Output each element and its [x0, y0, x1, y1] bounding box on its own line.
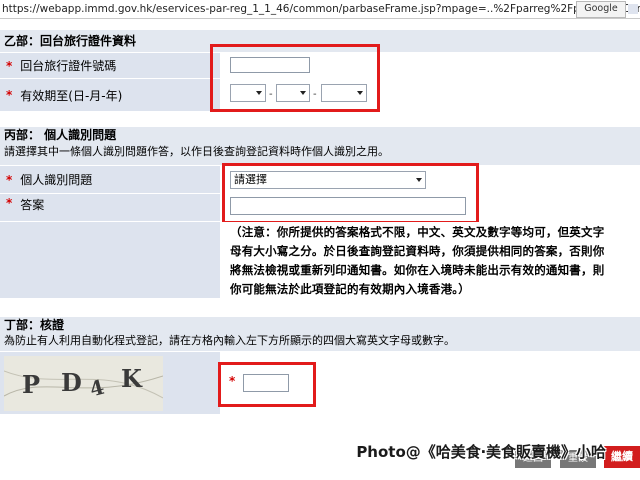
highlight-box-travel-doc: [210, 44, 380, 112]
section-gap: [0, 299, 640, 317]
section-d-subtitle: 為防止有人利用自動化程式登記，請在方格內輸入左下方所顯示的四個大寫英文字母或數字…: [0, 334, 640, 351]
top-gap: [0, 19, 640, 30]
required-mark: *: [6, 58, 13, 73]
doc-number-label-cell: * 回台旅行證件號碼: [0, 53, 220, 78]
captcha-char-2: D: [61, 368, 82, 397]
section-c-subtitle: 請選擇其中一條個人識別問題作答，以作日後查詢登記資料時作個人識別之用。: [0, 144, 640, 165]
highlight-box-identity: [222, 163, 479, 224]
highlight-box-captcha: [218, 362, 316, 407]
photo-watermark: Photo@《哈美食‧美食販賣機》小哈: [356, 443, 606, 461]
note-line-1: （注意：你所提供的答案格式不限，中文、英文及數字等均可，但英文字: [230, 225, 605, 239]
note-label-cell: [0, 222, 220, 298]
question-label-cell: * 個人識別問題: [0, 166, 220, 193]
expiry-label: 有效期至(日-月-年): [20, 88, 123, 103]
expiry-label-cell: * 有效期至(日-月-年): [0, 79, 220, 111]
note-line-2: 母有大小寫之分。於日後查詢登記資料時，你須提供相同的答案，否則你: [230, 244, 605, 258]
captcha-char-1: P: [22, 370, 41, 399]
browser-address-bar[interactable]: https://webapp.immd.gov.hk/eservices-par…: [0, 0, 640, 19]
question-label: 個人識別問題: [20, 173, 93, 187]
search-icon[interactable]: [628, 4, 638, 14]
captcha-char-4: K: [121, 364, 142, 393]
note-line-4: 你可能無法於此項登記的有效期內入境香港。）: [230, 282, 470, 296]
required-mark: *: [6, 196, 13, 210]
note-line-3: 將無法檢視或重新列印通知書。如你在入境時未能出示有效的通知書，則: [230, 263, 605, 277]
section-d-title: 丁部：核證: [0, 317, 640, 334]
answer-label-cell: * 答案: [0, 194, 220, 221]
required-mark: *: [6, 88, 13, 102]
section-gap: [0, 112, 640, 127]
address-url[interactable]: https://webapp.immd.gov.hk/eservices-par…: [2, 0, 640, 18]
answer-label: 答案: [20, 198, 45, 212]
doc-number-label: 回台旅行證件號碼: [20, 59, 117, 73]
required-mark: *: [6, 172, 13, 187]
captcha-image: P D 4 K: [4, 356, 163, 411]
search-engine-box[interactable]: Google: [576, 1, 626, 18]
continue-button[interactable]: 繼續: [604, 446, 640, 468]
section-c-title: 丙部： 個人識別問題: [0, 127, 640, 144]
